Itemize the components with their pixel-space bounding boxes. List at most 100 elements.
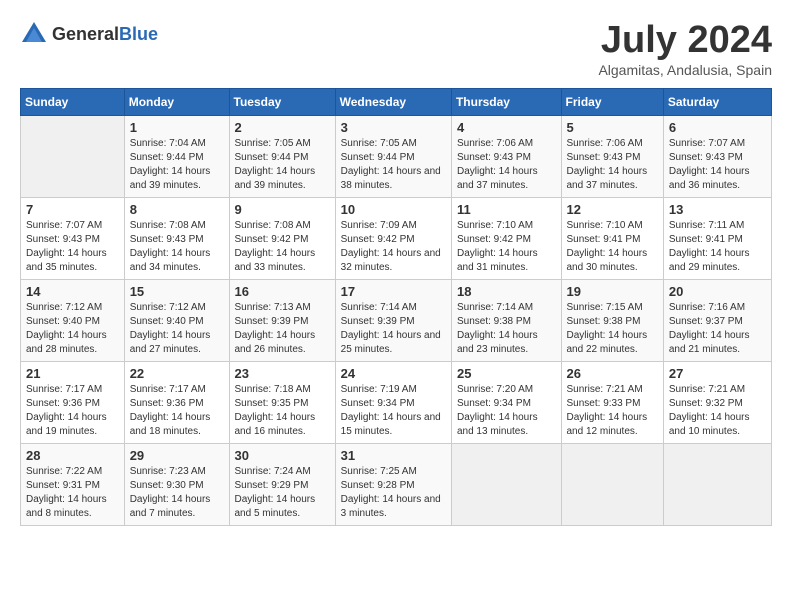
weekday-row: SundayMondayTuesdayWednesdayThursdayFrid… xyxy=(21,88,772,115)
day-number: 1 xyxy=(130,120,224,135)
sun-info: Sunrise: 7:07 AMSunset: 9:43 PMDaylight:… xyxy=(26,219,119,275)
weekday-header: Saturday xyxy=(663,88,771,115)
calendar-cell: 7 Sunrise: 7:07 AMSunset: 9:43 PMDaylight… xyxy=(21,197,125,279)
calendar-cell: 31Sunrise: 7:25 AMSunset: 9:28 PMDayligh… xyxy=(335,443,451,525)
calendar-cell: 20 Sunrise: 7:16 AMSunset: 9:37 PMDayligh… xyxy=(663,279,771,361)
day-number: 4 xyxy=(457,120,556,135)
day-number: 19 xyxy=(567,284,658,299)
weekday-header: Tuesday xyxy=(229,88,335,115)
day-number: 7 xyxy=(26,202,119,217)
calendar-cell xyxy=(21,115,125,197)
day-number: 14 xyxy=(26,284,119,299)
day-number: 30 xyxy=(235,448,330,463)
sun-info: Sunrise: 7:09 AMSunset: 9:42 PMDaylight:… xyxy=(341,219,446,275)
calendar-cell: 25Sunrise: 7:20 AMSunset: 9:34 PMDayligh… xyxy=(451,361,561,443)
calendar-cell: 18Sunrise: 7:14 AMSunset: 9:38 PMDayligh… xyxy=(451,279,561,361)
calendar-cell: 11Sunrise: 7:10 AMSunset: 9:42 PMDayligh… xyxy=(451,197,561,279)
sun-info: Sunrise: 7:24 AMSunset: 9:29 PMDaylight:… xyxy=(235,465,330,521)
calendar-cell: 28 Sunrise: 7:22 AMSunset: 9:31 PMDayligh… xyxy=(21,443,125,525)
day-number: 29 xyxy=(130,448,224,463)
calendar-cell xyxy=(561,443,663,525)
month-title: July 2024 xyxy=(598,20,772,62)
calendar-cell: 12 Sunrise: 7:10 AMSunset: 9:41 PMDayligh… xyxy=(561,197,663,279)
calendar-cell xyxy=(451,443,561,525)
sun-info: Sunrise: 7:10 AMSunset: 9:42 PMDaylight:… xyxy=(457,219,556,275)
sun-info: Sunrise: 7:08 AMSunset: 9:43 PMDaylight:… xyxy=(130,219,224,275)
day-number: 25 xyxy=(457,366,556,381)
day-number: 18 xyxy=(457,284,556,299)
calendar-cell: 6Sunrise: 7:07 AMSunset: 9:43 PMDaylight… xyxy=(663,115,771,197)
sun-info: Sunrise: 7:15 AMSunset: 9:38 PMDaylight:… xyxy=(567,301,658,357)
day-number: 6 xyxy=(669,120,766,135)
day-number: 24 xyxy=(341,366,446,381)
calendar-cell: 24 Sunrise: 7:19 AMSunset: 9:34 PMDayligh… xyxy=(335,361,451,443)
day-number: 2 xyxy=(235,120,330,135)
calendar-cell xyxy=(663,443,771,525)
sun-info: Sunrise: 7:21 AMSunset: 9:33 PMDaylight:… xyxy=(567,383,658,439)
logo: GeneralBlue xyxy=(20,20,158,48)
calendar-cell: 21Sunrise: 7:17 AMSunset: 9:36 PMDayligh… xyxy=(21,361,125,443)
calendar-cell: 26Sunrise: 7:21 AMSunset: 9:33 PMDayligh… xyxy=(561,361,663,443)
day-number: 22 xyxy=(130,366,224,381)
sun-info: Sunrise: 7:18 AMSunset: 9:35 PMDaylight:… xyxy=(235,383,330,439)
logo-text: GeneralBlue xyxy=(52,24,158,45)
logo-blue: Blue xyxy=(119,24,158,44)
day-number: 10 xyxy=(341,202,446,217)
sun-info: Sunrise: 7:21 AMSunset: 9:32 PMDaylight:… xyxy=(669,383,766,439)
sun-info: Sunrise: 7:08 AMSunset: 9:42 PMDaylight:… xyxy=(235,219,330,275)
sun-info: Sunrise: 7:05 AMSunset: 9:44 PMDaylight:… xyxy=(341,137,446,193)
calendar-body: 1 Sunrise: 7:04 AMSunset: 9:44 PMDaylight… xyxy=(21,115,772,525)
sun-info: Sunrise: 7:12 AMSunset: 9:40 PMDaylight:… xyxy=(26,301,119,357)
location-subtitle: Algamitas, Andalusia, Spain xyxy=(598,62,772,78)
calendar-cell: 3Sunrise: 7:05 AMSunset: 9:44 PMDaylight… xyxy=(335,115,451,197)
day-number: 21 xyxy=(26,366,119,381)
sun-info: Sunrise: 7:19 AMSunset: 9:34 PMDaylight:… xyxy=(341,383,446,439)
sun-info: Sunrise: 7:04 AMSunset: 9:44 PMDaylight:… xyxy=(130,137,224,193)
day-number: 20 xyxy=(669,284,766,299)
sun-info: Sunrise: 7:14 AMSunset: 9:39 PMDaylight:… xyxy=(341,301,446,357)
day-number: 17 xyxy=(341,284,446,299)
calendar-week-row: 7 Sunrise: 7:07 AMSunset: 9:43 PMDaylight… xyxy=(21,197,772,279)
calendar-header: SundayMondayTuesdayWednesdayThursdayFrid… xyxy=(21,88,772,115)
weekday-header: Monday xyxy=(124,88,229,115)
day-number: 5 xyxy=(567,120,658,135)
calendar-cell: 13 Sunrise: 7:11 AMSunset: 9:41 PMDayligh… xyxy=(663,197,771,279)
calendar-week-row: 1 Sunrise: 7:04 AMSunset: 9:44 PMDaylight… xyxy=(21,115,772,197)
sun-info: Sunrise: 7:16 AMSunset: 9:37 PMDaylight:… xyxy=(669,301,766,357)
calendar-cell: 29 Sunrise: 7:23 AMSunset: 9:30 PMDayligh… xyxy=(124,443,229,525)
day-number: 16 xyxy=(235,284,330,299)
day-number: 27 xyxy=(669,366,766,381)
calendar-table: SundayMondayTuesdayWednesdayThursdayFrid… xyxy=(20,88,772,526)
calendar-cell: 1 Sunrise: 7:04 AMSunset: 9:44 PMDaylight… xyxy=(124,115,229,197)
day-number: 23 xyxy=(235,366,330,381)
day-number: 13 xyxy=(669,202,766,217)
logo-general: General xyxy=(52,24,119,44)
day-number: 9 xyxy=(235,202,330,217)
calendar-cell: 17 Sunrise: 7:14 AMSunset: 9:39 PMDayligh… xyxy=(335,279,451,361)
weekday-header: Friday xyxy=(561,88,663,115)
day-number: 15 xyxy=(130,284,224,299)
calendar-cell: 16 Sunrise: 7:13 AMSunset: 9:39 PMDayligh… xyxy=(229,279,335,361)
calendar-cell: 19 Sunrise: 7:15 AMSunset: 9:38 PMDayligh… xyxy=(561,279,663,361)
calendar-week-row: 14 Sunrise: 7:12 AMSunset: 9:40 PMDayligh… xyxy=(21,279,772,361)
header: GeneralBlue July 2024 Algamitas, Andalus… xyxy=(20,20,772,78)
sun-info: Sunrise: 7:23 AMSunset: 9:30 PMDaylight:… xyxy=(130,465,224,521)
calendar-cell: 2Sunrise: 7:05 AMSunset: 9:44 PMDaylight… xyxy=(229,115,335,197)
calendar-cell: 8 Sunrise: 7:08 AMSunset: 9:43 PMDaylight… xyxy=(124,197,229,279)
sun-info: Sunrise: 7:11 AMSunset: 9:41 PMDaylight:… xyxy=(669,219,766,275)
calendar-week-row: 28 Sunrise: 7:22 AMSunset: 9:31 PMDayligh… xyxy=(21,443,772,525)
calendar-cell: 15Sunrise: 7:12 AMSunset: 9:40 PMDayligh… xyxy=(124,279,229,361)
day-number: 28 xyxy=(26,448,119,463)
weekday-header: Wednesday xyxy=(335,88,451,115)
calendar-cell: 23 Sunrise: 7:18 AMSunset: 9:35 PMDayligh… xyxy=(229,361,335,443)
sun-info: Sunrise: 7:25 AMSunset: 9:28 PMDaylight:… xyxy=(341,465,446,521)
day-number: 12 xyxy=(567,202,658,217)
calendar-cell: 10 Sunrise: 7:09 AMSunset: 9:42 PMDayligh… xyxy=(335,197,451,279)
sun-info: Sunrise: 7:13 AMSunset: 9:39 PMDaylight:… xyxy=(235,301,330,357)
sun-info: Sunrise: 7:22 AMSunset: 9:31 PMDaylight:… xyxy=(26,465,119,521)
calendar-cell: 30 Sunrise: 7:24 AMSunset: 9:29 PMDayligh… xyxy=(229,443,335,525)
title-section: July 2024 Algamitas, Andalusia, Spain xyxy=(598,20,772,78)
day-number: 8 xyxy=(130,202,224,217)
sun-info: Sunrise: 7:10 AMSunset: 9:41 PMDaylight:… xyxy=(567,219,658,275)
sun-info: Sunrise: 7:06 AMSunset: 9:43 PMDaylight:… xyxy=(567,137,658,193)
